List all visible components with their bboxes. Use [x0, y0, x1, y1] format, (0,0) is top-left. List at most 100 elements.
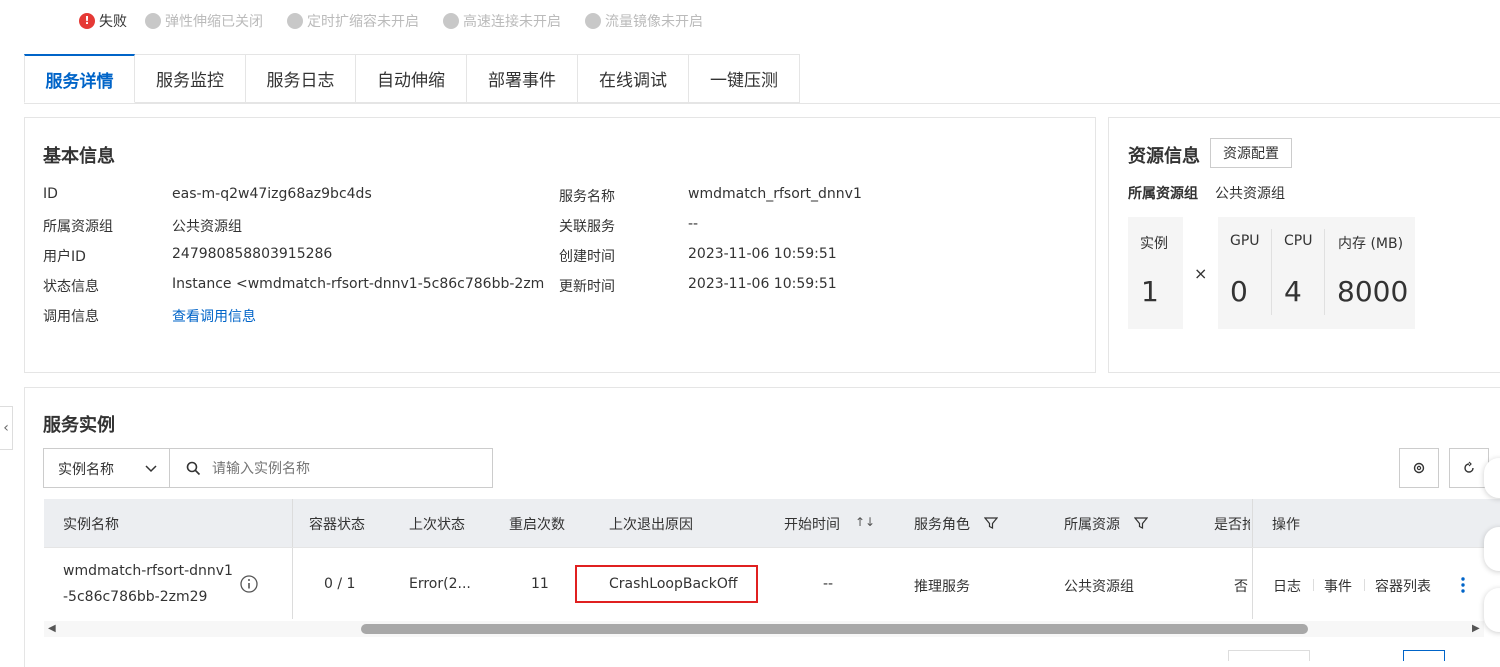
floating-help-button[interactable] [1484, 458, 1500, 498]
status-failed-label: 失败 [99, 14, 127, 30]
col-actions: 操作 [1272, 517, 1300, 533]
col-service-role[interactable]: 服务角色 [914, 514, 970, 534]
fixed-column-divider [292, 499, 293, 619]
filter-select[interactable]: 实例名称 [43, 448, 170, 488]
container-status-value: 0 / 1 [324, 576, 356, 592]
status-failed: ! 失败 [79, 11, 127, 31]
floating-tool-button[interactable] [1484, 527, 1500, 571]
status-scheduled: 定时扩缩容未开启 [287, 11, 419, 31]
instance-search-input[interactable] [210, 455, 484, 483]
memory-label: 内存 (MB) [1338, 236, 1404, 252]
filter-icon[interactable] [1134, 516, 1148, 530]
current-page-button[interactable] [1403, 650, 1445, 661]
chevron-down-icon [145, 465, 157, 473]
search-box [169, 448, 493, 488]
last-state-value: Error(2... [409, 576, 471, 592]
basic-info-title: 基本信息 [43, 146, 115, 167]
refresh-button[interactable] [1449, 448, 1489, 488]
filter-select-value: 实例名称 [58, 462, 114, 478]
row-divider [44, 547, 1500, 548]
collapse-left-icon[interactable]: ‹ [0, 406, 13, 450]
tab-service-logs[interactable]: 服务日志 [246, 54, 356, 103]
autoscale-icon [145, 13, 161, 29]
instance-name-line1: wmdmatch-rfsort-dnnv1 [63, 563, 233, 579]
status-fastconn: 高速连接未开启 [443, 11, 561, 31]
action-divider [1313, 579, 1314, 591]
view-invoke-info-link[interactable]: 查看调用信息 [172, 306, 256, 326]
filter-icon[interactable] [984, 516, 998, 530]
spec-divider [1271, 229, 1272, 315]
detail-tabs: 服务详情 服务监控 服务日志 自动伸缩 部署事件 在线调试 一键压测 [24, 54, 800, 104]
preemptible-value: 否 [1234, 579, 1248, 595]
gpu-label: GPU [1230, 233, 1260, 249]
id-value: eas-m-q2w47izg68az9bc4ds [172, 186, 372, 202]
container-list-link[interactable]: 容器列表 [1375, 576, 1431, 596]
page-size-select[interactable] [1228, 650, 1310, 661]
instance-count-card: 实例 1 [1128, 217, 1183, 329]
tab-autoscaling[interactable]: 自动伸缩 [356, 54, 467, 103]
status-info-value: Instance <wmdmatch-rfsort-dnnv1-5c86c786… [172, 276, 544, 292]
spec-card: GPU 0 CPU 4 内存 (MB) 8000 [1218, 217, 1415, 329]
scrollbar-thumb[interactable] [361, 624, 1308, 634]
error-icon: ! [79, 13, 95, 29]
col-last-state: 上次状态 [409, 517, 465, 533]
restart-count-value: 11 [531, 576, 549, 592]
memory-value: 8000 [1337, 275, 1409, 308]
cpu-label: CPU [1284, 233, 1313, 249]
updated-time-value: 2023-11-06 10:59:51 [688, 276, 837, 292]
mirror-icon [585, 13, 601, 29]
fixed-column-divider [1252, 499, 1253, 619]
sort-icon[interactable]: ↑↓ [855, 515, 875, 529]
scroll-right-icon[interactable]: ▶ [1472, 623, 1480, 634]
service-name-label: 服务名称 [559, 189, 615, 205]
user-id-value: 247980858803915286 [172, 246, 333, 262]
instances-title: 服务实例 [43, 415, 115, 436]
action-divider [1364, 579, 1365, 591]
floating-tool-button[interactable] [1484, 588, 1500, 632]
status-mirror-label: 流量镜像未开启 [605, 14, 703, 30]
service-role-value: 推理服务 [914, 579, 970, 595]
basic-info-panel [24, 117, 1096, 373]
logs-link[interactable]: 日志 [1273, 576, 1301, 596]
spec-divider [1324, 229, 1325, 315]
horizontal-scrollbar[interactable]: ◀ ▶ [44, 621, 1484, 637]
cpu-value: 4 [1284, 275, 1302, 308]
resource-group-value: 公共资源组 [172, 219, 242, 235]
resource-group-name: 公共资源组 [1215, 186, 1285, 202]
resource-config-button[interactable]: 资源配置 [1210, 138, 1292, 168]
status-autoscale-label: 弹性伸缩已关闭 [165, 14, 263, 30]
settings-button[interactable] [1399, 448, 1439, 488]
multiply-sign: × [1194, 264, 1208, 283]
id-label: ID [43, 186, 58, 202]
instance-name-line2: -5c86c786bb-2zm29 [63, 589, 208, 605]
gear-icon [1413, 462, 1425, 474]
col-preemptible: 是否抢 [1214, 517, 1250, 533]
col-start-time[interactable]: 开始时间 [784, 514, 840, 534]
updated-time-label: 更新时间 [559, 279, 615, 295]
tab-online-debug[interactable]: 在线调试 [578, 54, 689, 103]
col-resource[interactable]: 所属资源 [1064, 514, 1120, 534]
exit-reason-value: CrashLoopBackOff [609, 576, 738, 592]
tab-service-details[interactable]: 服务详情 [24, 54, 135, 103]
service-name-value: wmdmatch_rfsort_dnnv1 [688, 186, 862, 202]
info-icon[interactable] [240, 575, 258, 593]
scroll-left-icon[interactable]: ◀ [48, 623, 56, 634]
events-link[interactable]: 事件 [1324, 576, 1352, 596]
status-info-label: 状态信息 [43, 279, 99, 295]
gpu-value: 0 [1230, 275, 1248, 308]
clock-icon [287, 13, 303, 29]
instance-value: 1 [1141, 275, 1159, 308]
tab-service-monitor[interactable]: 服务监控 [135, 54, 246, 103]
related-service-label: 关联服务 [559, 219, 615, 235]
tab-deploy-events[interactable]: 部署事件 [467, 54, 578, 103]
related-service-value: -- [688, 216, 699, 232]
tab-stress-test[interactable]: 一键压测 [689, 54, 800, 103]
status-scheduled-label: 定时扩缩容未开启 [307, 14, 419, 30]
resource-info-title: 资源信息 [1128, 146, 1200, 167]
refresh-icon [1464, 461, 1474, 473]
created-time-label: 创建时间 [559, 249, 615, 265]
search-icon [186, 461, 201, 476]
resource-group-label: 所属资源组 [43, 219, 113, 235]
more-icon[interactable] [1459, 576, 1467, 594]
resource-group-title: 所属资源组 [1128, 186, 1198, 202]
